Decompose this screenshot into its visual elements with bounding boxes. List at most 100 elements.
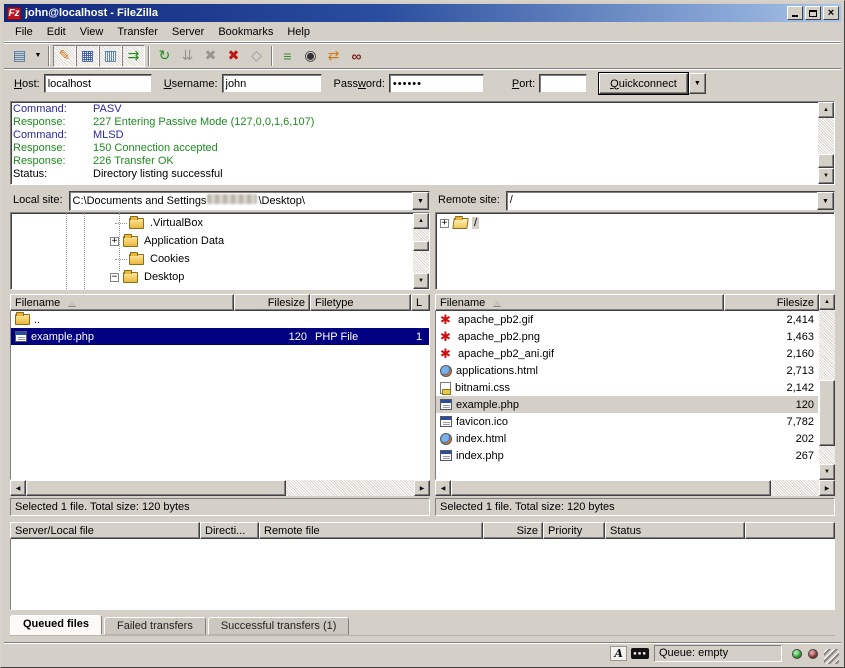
refresh-button[interactable]: ↻ bbox=[153, 45, 176, 67]
column-filetype[interactable]: Filetype bbox=[310, 294, 411, 311]
scroll-up-icon[interactable]: ▲ bbox=[819, 294, 835, 310]
menu-transfer[interactable]: Transfer bbox=[110, 24, 165, 40]
tab-failed-transfers[interactable]: Failed transfers bbox=[104, 617, 206, 635]
remote-file-row[interactable]: apache_pb2.png 1,463 bbox=[436, 328, 818, 345]
column-remote-file[interactable]: Remote file bbox=[259, 522, 483, 539]
scroll-thumb[interactable] bbox=[819, 380, 835, 446]
scroll-up-icon[interactable]: ▲ bbox=[413, 213, 429, 229]
local-site-dropdown[interactable]: ▼ bbox=[412, 192, 429, 210]
menu-bookmarks[interactable]: Bookmarks bbox=[211, 24, 280, 40]
menu-help[interactable]: Help bbox=[280, 24, 317, 40]
column-direction[interactable]: Directi... bbox=[200, 522, 259, 539]
find-files-button[interactable]: ∞ bbox=[345, 45, 368, 67]
process-queue-button[interactable]: ⇊ bbox=[176, 45, 199, 67]
tab-successful-transfers[interactable]: Successful transfers (1) bbox=[208, 617, 350, 635]
column-filename[interactable]: Filename bbox=[435, 294, 724, 311]
scroll-track[interactable] bbox=[286, 480, 414, 496]
scroll-track[interactable] bbox=[413, 229, 429, 241]
scroll-right-icon[interactable]: ▶ bbox=[819, 480, 835, 496]
compare-directories-button[interactable]: ◉ bbox=[299, 45, 322, 67]
column-status[interactable]: Status bbox=[605, 522, 745, 539]
menu-view[interactable]: View bbox=[73, 24, 111, 40]
resize-grip[interactable] bbox=[824, 649, 839, 664]
column-last-modified[interactable]: L bbox=[411, 294, 430, 311]
scroll-right-icon[interactable]: ▶ bbox=[414, 480, 430, 496]
maximize-button[interactable] bbox=[805, 6, 821, 20]
remote-file-row[interactable]: applications.html 2,713 bbox=[436, 362, 818, 379]
remote-file-row[interactable]: index.html 202 bbox=[436, 430, 818, 447]
remote-hscrollbar[interactable]: ◀ ▶ bbox=[435, 480, 835, 496]
toggle-remote-tree-button[interactable]: ▥ bbox=[99, 45, 122, 67]
scroll-track[interactable] bbox=[818, 118, 834, 154]
scroll-up-icon[interactable]: ▲ bbox=[818, 102, 834, 118]
remote-site-combo[interactable]: / ▼ bbox=[506, 191, 835, 211]
remote-site-dropdown[interactable]: ▼ bbox=[817, 192, 834, 210]
speed-limit-icon[interactable]: ▪▪▪ bbox=[631, 648, 649, 659]
toggle-local-tree-button[interactable]: ▦ bbox=[76, 45, 99, 67]
scroll-down-icon[interactable]: ▼ bbox=[413, 273, 429, 289]
scroll-track[interactable] bbox=[819, 310, 835, 380]
scroll-left-icon[interactable]: ◀ bbox=[435, 480, 451, 496]
local-hscrollbar[interactable]: ◀ ▶ bbox=[10, 480, 430, 496]
scroll-track[interactable] bbox=[413, 251, 429, 273]
remote-file-row[interactable]: bitnami.css 2,142 bbox=[436, 379, 818, 396]
scroll-thumb[interactable] bbox=[818, 154, 834, 168]
filter-button[interactable]: ≡ bbox=[276, 45, 299, 67]
column-priority[interactable]: Priority bbox=[543, 522, 605, 539]
scroll-track[interactable] bbox=[819, 446, 835, 464]
reconnect-button[interactable]: ◇ bbox=[245, 45, 268, 67]
collapse-minus-icon[interactable]: − bbox=[110, 273, 119, 282]
tree-item-cookies[interactable]: Cookies bbox=[11, 250, 413, 268]
quickconnect-dropdown[interactable]: ▼ bbox=[689, 73, 706, 94]
menu-edit[interactable]: Edit bbox=[40, 24, 73, 40]
remote-file-row[interactable]: index.php 267 bbox=[436, 447, 818, 464]
port-input[interactable] bbox=[539, 74, 587, 93]
cancel-operation-button[interactable]: ✖ bbox=[199, 45, 222, 67]
scroll-thumb[interactable] bbox=[413, 241, 429, 251]
expand-plus-icon[interactable]: + bbox=[110, 237, 119, 246]
log-scrollbar[interactable]: ▲ ▼ bbox=[818, 102, 834, 184]
site-manager-button[interactable]: ▤ bbox=[8, 45, 31, 67]
close-button[interactable]: × bbox=[823, 6, 839, 20]
tree-item-application-data[interactable]: + Application Data bbox=[11, 232, 413, 250]
column-filename[interactable]: Filename bbox=[10, 294, 234, 311]
column-size[interactable]: Size bbox=[483, 522, 543, 539]
column-filesize[interactable]: Filesize bbox=[234, 294, 310, 311]
remote-file-row[interactable]: apache_pb2.gif 2,414 bbox=[436, 311, 818, 328]
local-file-row-example-php[interactable]: example.php 120 PHP File 1 bbox=[11, 328, 429, 345]
tree-item-desktop[interactable]: − Desktop bbox=[11, 268, 413, 286]
queue-list[interactable] bbox=[10, 539, 835, 610]
scroll-thumb[interactable] bbox=[451, 480, 771, 496]
menu-file[interactable]: File bbox=[8, 24, 40, 40]
menu-server[interactable]: Server bbox=[165, 24, 211, 40]
local-file-row-parent[interactable]: .. bbox=[11, 311, 429, 328]
column-server-local-file[interactable]: Server/Local file bbox=[10, 522, 200, 539]
remote-path[interactable]: / bbox=[507, 192, 817, 210]
tree-item-root[interactable]: + / bbox=[436, 214, 834, 232]
ascii-datatype-icon[interactable]: A bbox=[610, 646, 627, 661]
local-site-combo[interactable]: C:\Documents and Settings\Desktop\ ▼ bbox=[69, 191, 430, 211]
host-input[interactable]: localhost bbox=[44, 74, 152, 93]
disconnect-button[interactable]: ✖ bbox=[222, 45, 245, 67]
remote-vscrollbar[interactable]: ▲ ▼ bbox=[819, 294, 835, 480]
local-tree-scrollbar[interactable]: ▲ ▼ bbox=[413, 213, 429, 289]
scroll-track[interactable] bbox=[771, 480, 819, 496]
scroll-down-icon[interactable]: ▼ bbox=[819, 464, 835, 480]
scroll-left-icon[interactable]: ◀ bbox=[10, 480, 26, 496]
tree-item-virtualbox[interactable]: .VirtualBox bbox=[11, 214, 413, 232]
expand-plus-icon[interactable]: + bbox=[440, 219, 449, 228]
column-filesize[interactable]: Filesize bbox=[724, 294, 819, 311]
scroll-down-icon[interactable]: ▼ bbox=[818, 168, 834, 184]
toggle-message-log-button[interactable]: ✎ bbox=[53, 45, 76, 67]
password-input[interactable]: •••••• bbox=[389, 74, 484, 93]
sync-browsing-button[interactable]: ⇄ bbox=[322, 45, 345, 67]
username-input[interactable]: john bbox=[222, 74, 322, 93]
minimize-button[interactable] bbox=[787, 6, 803, 20]
local-path[interactable]: C:\Documents and Settings\Desktop\ bbox=[70, 192, 412, 210]
site-manager-dropdown[interactable]: ▼ bbox=[31, 45, 45, 67]
remote-file-row-selected[interactable]: example.php 120 bbox=[436, 396, 818, 413]
remote-file-row[interactable]: favicon.ico 7,782 bbox=[436, 413, 818, 430]
title-bar[interactable]: Fz john@localhost - FileZilla × bbox=[4, 4, 841, 22]
toggle-queue-button[interactable]: ⇉ bbox=[122, 45, 145, 67]
tab-queued-files[interactable]: Queued files bbox=[10, 615, 102, 635]
